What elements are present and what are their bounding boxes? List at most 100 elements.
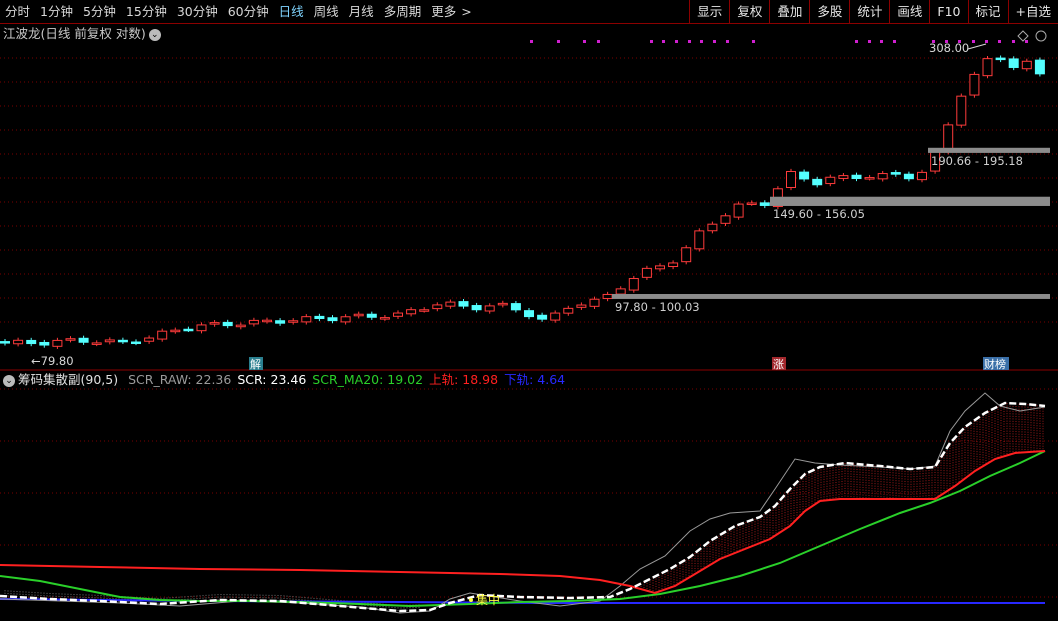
annotation-label: 集中 [476, 592, 500, 607]
toolbar-button-1[interactable]: 复权 [729, 0, 769, 23]
candlestick-chart[interactable]: 97.80 - 100.03 149.60 - 156.05 190.66 - 19… [0, 24, 1058, 371]
candle-body [982, 58, 993, 77]
high-price-arrow [967, 43, 987, 50]
candle-body [393, 312, 403, 317]
signal-dot-7 [688, 40, 691, 43]
candle-body [550, 312, 561, 321]
candle-body [759, 202, 770, 206]
candle-body [484, 305, 495, 312]
candle-body [524, 310, 534, 318]
candle-body [379, 317, 390, 320]
candle-body [406, 309, 417, 315]
high-price-label: 308.00 [929, 41, 969, 55]
candle-body [969, 73, 980, 96]
period-tab-7[interactable]: 周线 [309, 0, 344, 23]
price-chart-panel[interactable]: 江波龙(日线 前复权 对数) ⌄ 97.80 - 100.03 149.60 - 1… [0, 24, 1058, 371]
toolbar-button-4[interactable]: 统计 [849, 0, 889, 23]
toolbar-button-5[interactable]: 画线 [889, 0, 929, 23]
period-tab-5[interactable]: 60分钟 [223, 0, 274, 23]
support-zone-2 [928, 147, 1050, 153]
toolbar-button-3[interactable]: 多股 [809, 0, 849, 23]
indicator-chart[interactable]: 集中 [0, 371, 1058, 621]
candle-body [602, 293, 613, 300]
period-tab-9[interactable]: 多周期 [379, 0, 427, 23]
candle-body [301, 316, 312, 323]
signal-dot-6 [675, 40, 678, 43]
toolbar-button-2[interactable]: 叠加 [769, 0, 809, 23]
indicator-panel[interactable]: ⌄ 筹码集散副(90,5) SCR_RAW: 22.36 SCR: 23.46 SCR… [0, 371, 1058, 621]
candle-body [26, 339, 37, 345]
series-scr-raw [0, 392, 1046, 614]
candle-body [497, 302, 508, 306]
signal-dot-10 [726, 40, 729, 43]
series-upper-band [0, 450, 1046, 595]
event-badge-label-0: 解 [250, 357, 261, 371]
signal-dot-15 [893, 40, 896, 43]
period-tabs: 分时 1分钟 5分钟 15分钟 30分钟 60分钟 日线 周线 月线 多周期 更多 > [0, 0, 477, 23]
signal-dot-20 [985, 40, 988, 43]
signal-dot-16 [932, 40, 935, 43]
candle-body [196, 324, 207, 332]
toolbar-button-7[interactable]: 标记 [967, 0, 1008, 23]
candle-body [104, 339, 115, 343]
chevron-right-icon[interactable]: > [461, 0, 476, 23]
period-tab-1[interactable]: 1分钟 [35, 0, 78, 23]
signal-dot-18 [958, 40, 961, 43]
annotation-marker [469, 598, 473, 602]
candle-body [943, 124, 954, 153]
candle-body [655, 265, 665, 270]
candle-body [668, 262, 679, 268]
period-tab-6[interactable]: 日线 [274, 0, 309, 23]
candle-body [917, 171, 927, 181]
candle-body [707, 223, 718, 232]
signal-dot-17 [945, 40, 948, 43]
support-zone-label-0: 97.80 - 100.03 [615, 300, 700, 314]
signal-dot-8 [700, 40, 703, 43]
candle-body [275, 320, 286, 324]
period-tab-3[interactable]: 15分钟 [121, 0, 172, 23]
support-zone-label-2: 190.66 - 195.18 [931, 154, 1023, 168]
toolbar-button-6[interactable]: F10 [929, 0, 967, 23]
candle-body [903, 173, 914, 180]
event-badge-label-2: 财榜 [984, 357, 1006, 371]
period-tab-0[interactable]: 分时 [0, 0, 35, 23]
candle-body [419, 309, 430, 312]
series-scr-ma20 [0, 450, 1046, 608]
toolbar-button-0[interactable]: 显示 [689, 0, 729, 23]
candle-body [812, 178, 823, 186]
candle-body [248, 319, 259, 325]
candle-body [52, 339, 63, 347]
candle-body [864, 177, 875, 180]
candle-body [890, 172, 901, 175]
candle-body [353, 313, 364, 317]
candle-body [956, 95, 967, 126]
candle-body [262, 319, 272, 323]
candle-body [589, 298, 600, 307]
candle-body [340, 316, 351, 323]
signal-dot-9 [713, 40, 716, 43]
period-tab-10[interactable]: 更多 [426, 0, 461, 23]
candle-body [825, 176, 836, 185]
candle-body [851, 174, 862, 180]
signal-dot-11 [752, 40, 755, 43]
low-price-label: ←79.80 [31, 354, 74, 368]
candle-body [733, 203, 744, 218]
candle-body [0, 341, 10, 344]
candle-body [1021, 60, 1032, 70]
period-tab-4[interactable]: 30分钟 [172, 0, 223, 23]
candle-body [563, 307, 574, 314]
candle-body [510, 303, 521, 311]
signal-dot-21 [998, 40, 1001, 43]
toolbar-button-8[interactable]: +自选 [1007, 0, 1058, 23]
period-tab-2[interactable]: 5分钟 [78, 0, 121, 23]
signal-dot-2 [583, 40, 586, 43]
signal-dot-23 [1025, 40, 1028, 43]
support-zone-0 [612, 294, 1050, 299]
event-badge-label-1: 涨 [773, 358, 784, 371]
toolbar-buttons: 显示 复权 叠加 多股 统计 画线 F10 标记 +自选 [689, 0, 1058, 23]
signal-dot-12 [855, 40, 858, 43]
candle-body [183, 328, 194, 332]
candle-body [65, 338, 76, 341]
period-tab-8[interactable]: 月线 [344, 0, 379, 23]
candle-body [222, 321, 233, 327]
